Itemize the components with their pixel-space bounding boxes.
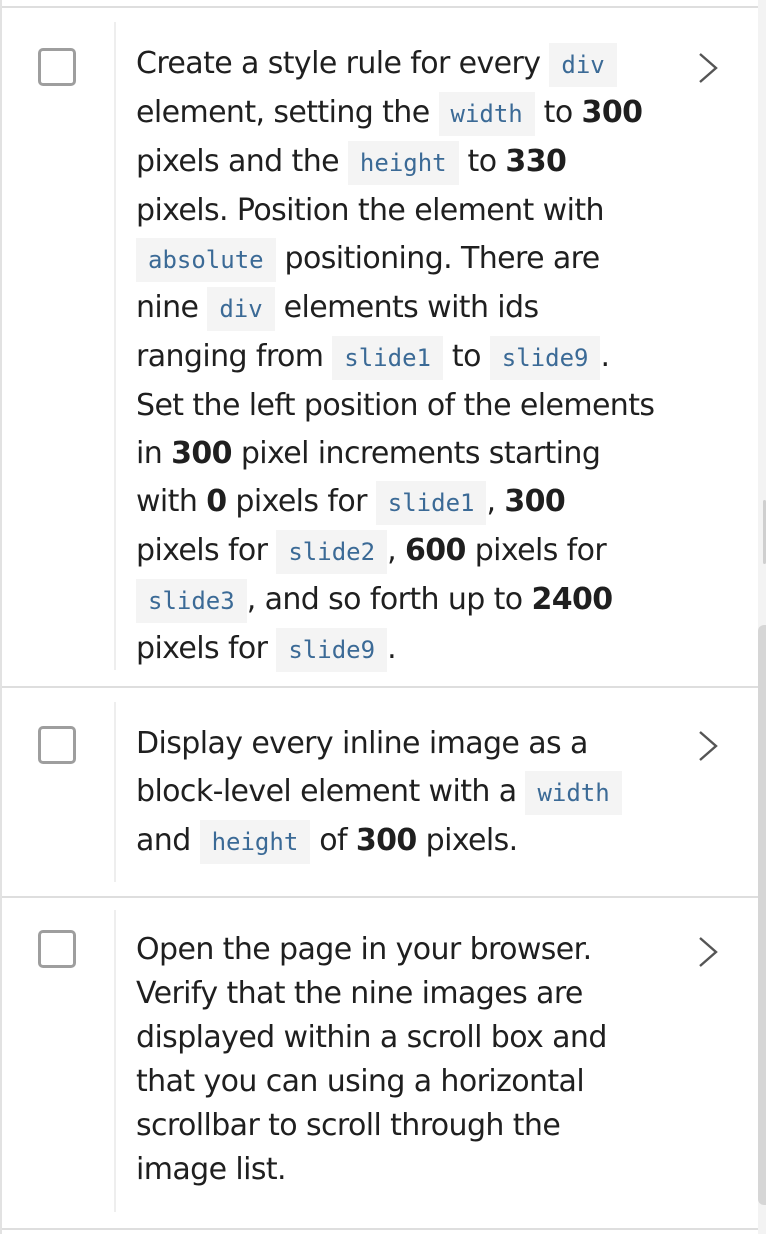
step-text: Create a style rule for every div elemen… bbox=[136, 40, 656, 674]
text-segment: to bbox=[458, 144, 506, 179]
text-segment: element, setting the bbox=[136, 95, 439, 130]
inline-code: div bbox=[207, 287, 275, 331]
step-checkbox[interactable] bbox=[38, 930, 76, 968]
bold-value: 330 bbox=[505, 144, 567, 179]
text-segment: pixels. Position the element with bbox=[136, 193, 605, 228]
inline-code: absolute bbox=[136, 238, 276, 282]
step-checkbox[interactable] bbox=[38, 48, 76, 86]
step-checkbox[interactable] bbox=[38, 726, 76, 764]
inline-code: slide9 bbox=[489, 336, 601, 380]
text-segment: Open the page in your browser. Verify th… bbox=[136, 932, 607, 1187]
text-segment: , bbox=[387, 533, 405, 568]
text-segment: Display every inline image as a block-le… bbox=[136, 726, 588, 809]
chevron-right-icon[interactable] bbox=[692, 930, 722, 974]
text-segment: Create a style rule for every bbox=[136, 46, 550, 81]
inline-code: width bbox=[438, 92, 535, 136]
text-segment: and bbox=[136, 823, 200, 858]
text-segment: pixels for bbox=[226, 484, 376, 519]
bold-value: 300 bbox=[504, 484, 566, 519]
text-segment: , bbox=[486, 484, 505, 519]
bold-value: 300 bbox=[355, 823, 417, 858]
step-item: Display every inline image as a block-le… bbox=[2, 688, 758, 898]
step-list-panel: Create a style rule for every div elemen… bbox=[0, 0, 758, 1234]
inline-code: height bbox=[199, 820, 311, 864]
step-item: Create a style rule for every div elemen… bbox=[2, 8, 758, 688]
text-segment: to bbox=[534, 95, 582, 130]
inline-code: width bbox=[525, 771, 622, 815]
scrollbar-thumb[interactable] bbox=[758, 625, 766, 1205]
step-text: Display every inline image as a block-le… bbox=[136, 720, 656, 866]
text-segment: pixels for bbox=[136, 533, 277, 568]
text-segment: pixels and the bbox=[136, 144, 348, 179]
text-segment: of bbox=[310, 823, 356, 858]
bold-value: 300 bbox=[581, 95, 643, 130]
bold-value: 0 bbox=[206, 484, 227, 519]
step-text: Open the page in your browser. Verify th… bbox=[136, 928, 656, 1192]
text-segment: to bbox=[442, 339, 490, 374]
inline-code: div bbox=[549, 43, 617, 87]
bold-value: 600 bbox=[404, 533, 466, 568]
bold-value: 300 bbox=[171, 436, 232, 471]
inline-code: slide3 bbox=[136, 579, 247, 623]
inline-code: slide1 bbox=[375, 481, 487, 525]
chevron-right-icon[interactable] bbox=[692, 46, 722, 90]
step-divider-line bbox=[114, 702, 116, 882]
bold-value: 2400 bbox=[531, 582, 613, 617]
text-segment: , and so forth up to bbox=[246, 582, 532, 617]
inline-code: slide1 bbox=[332, 336, 443, 380]
step-divider-line bbox=[114, 22, 116, 670]
inline-code: slide9 bbox=[276, 628, 388, 672]
step-divider-line bbox=[114, 910, 116, 1212]
inline-code: height bbox=[347, 141, 459, 185]
inline-code: slide2 bbox=[276, 530, 388, 574]
text-segment: pixels for bbox=[465, 533, 607, 568]
text-segment: pixels for bbox=[136, 631, 277, 666]
step-item: Open the page in your browser. Verify th… bbox=[2, 898, 758, 1230]
chevron-right-icon[interactable] bbox=[692, 724, 722, 768]
text-segment: . bbox=[387, 631, 397, 666]
text-segment: pixels. bbox=[416, 823, 519, 858]
